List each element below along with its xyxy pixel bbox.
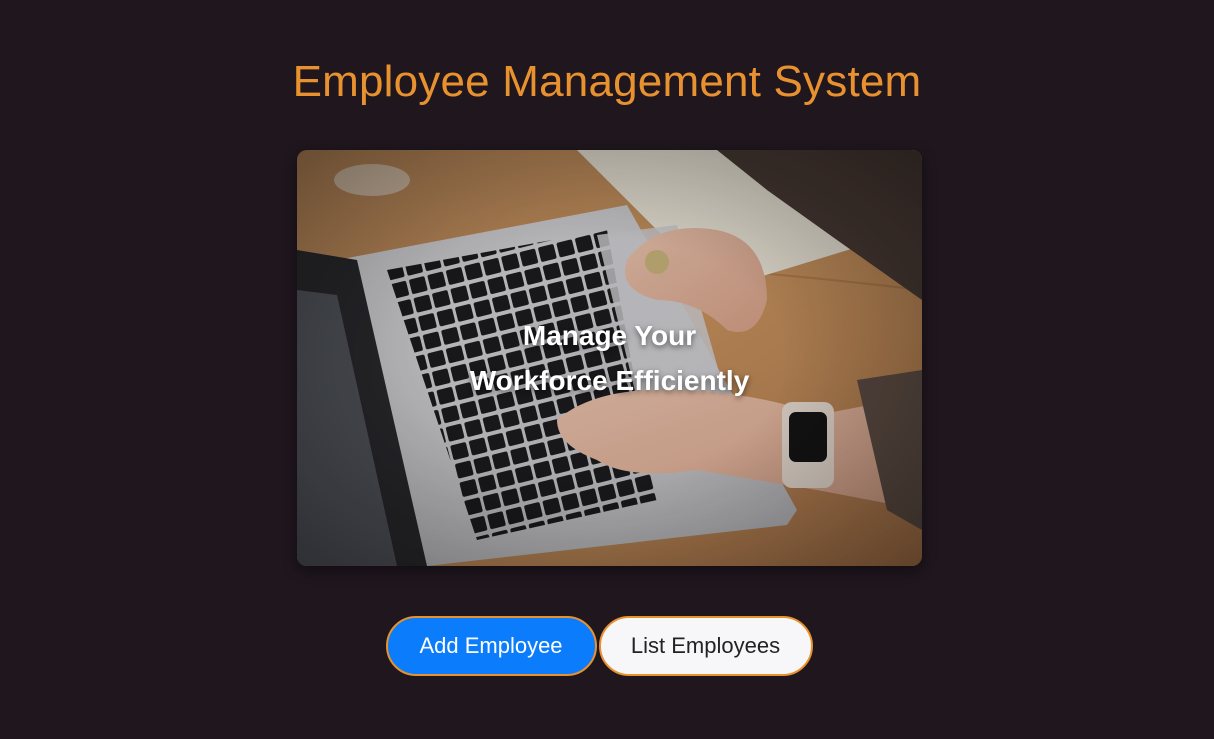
action-buttons: Add Employee List Employees: [0, 616, 1214, 676]
hero-tagline-line2: Workforce Efficiently: [469, 365, 750, 396]
page: Employee Management System Manage Your W…: [0, 0, 1214, 739]
hero-card: Manage Your Workforce Efficiently: [297, 150, 922, 566]
hero-tagline-line1: Manage Your: [522, 320, 697, 351]
list-employees-button[interactable]: List Employees: [598, 616, 813, 676]
hero-tagline: Manage Your Workforce Efficiently: [297, 150, 922, 566]
page-title: Employee Management System: [292, 57, 922, 106]
add-employee-button[interactable]: Add Employee: [385, 616, 597, 676]
